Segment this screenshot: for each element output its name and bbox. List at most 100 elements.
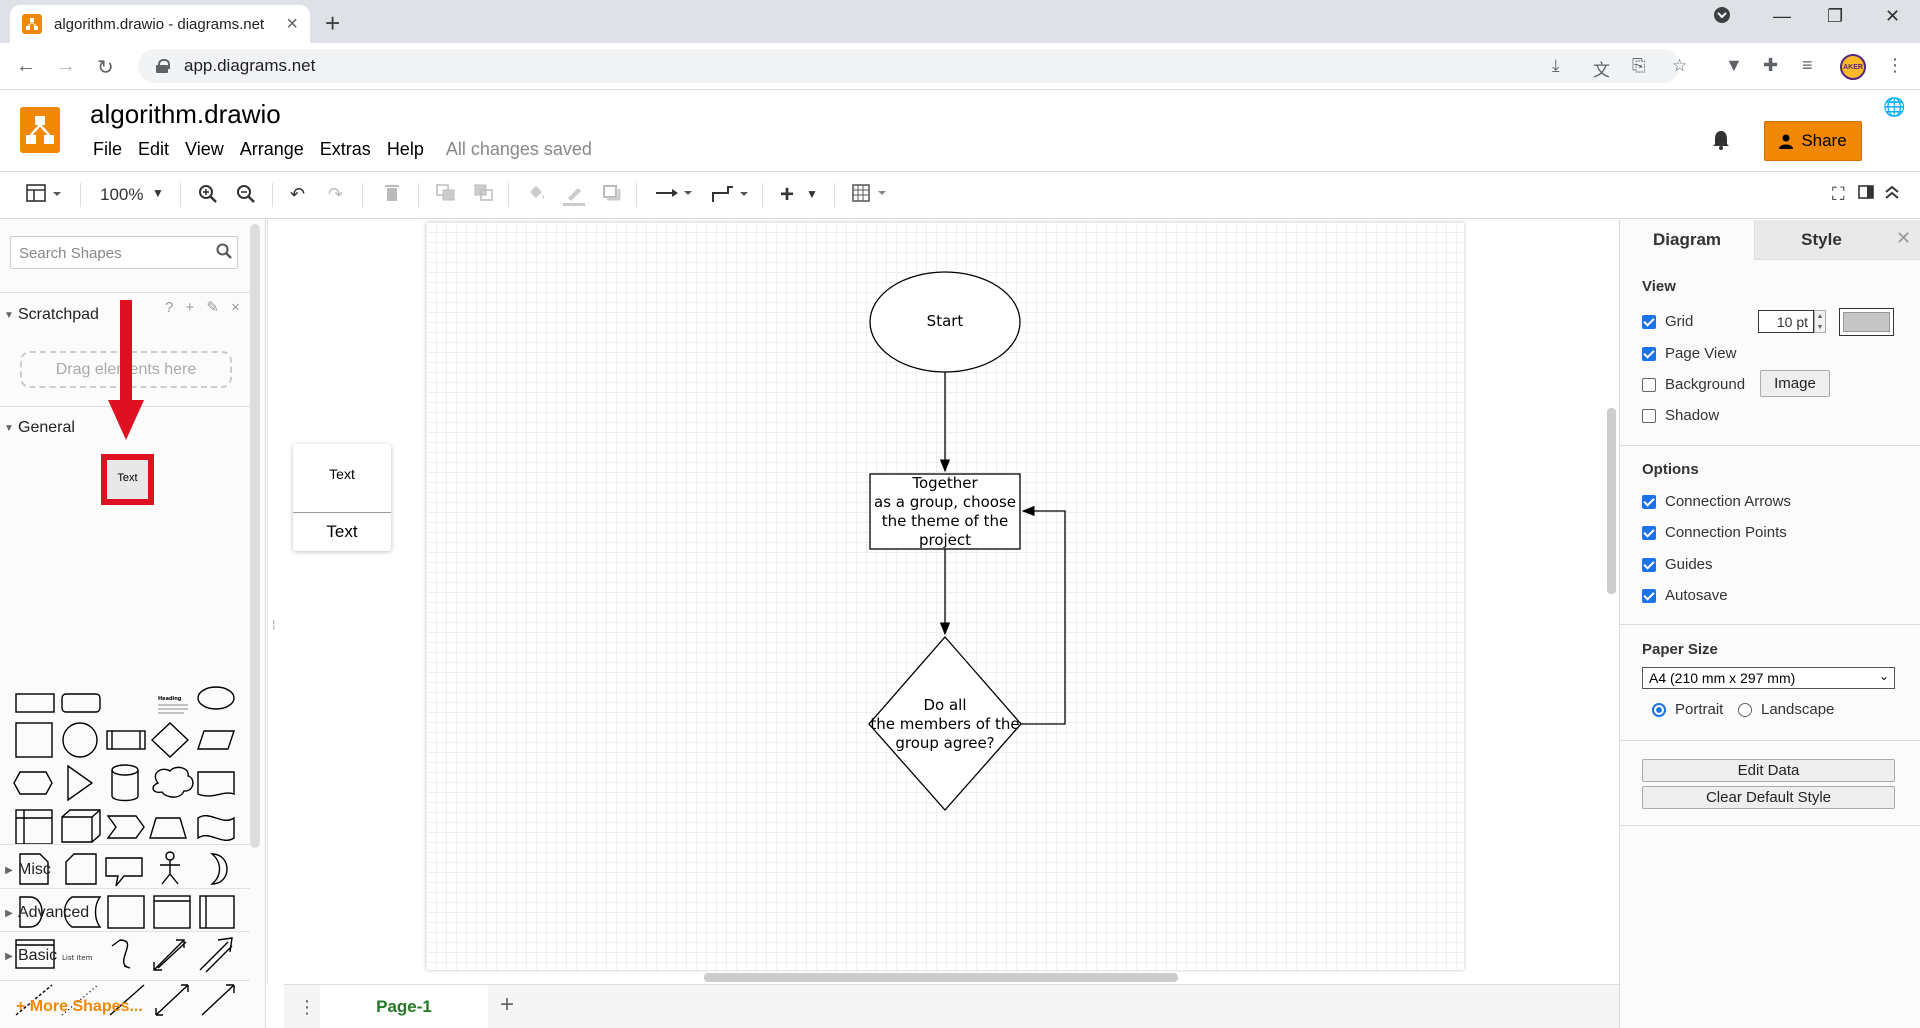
forward-icon[interactable]: → bbox=[56, 55, 76, 78]
bookmark-star-icon[interactable]: ☆ bbox=[1672, 56, 1687, 76]
menu-file[interactable]: File bbox=[85, 139, 130, 160]
shape-directional-line[interactable] bbox=[201, 984, 235, 1016]
menu-view[interactable]: View bbox=[177, 139, 232, 160]
menu-help[interactable]: Help bbox=[379, 139, 432, 160]
basic-header[interactable]: ▶ Basic bbox=[0, 939, 250, 973]
extension-v-icon[interactable]: ▼ bbox=[1725, 55, 1743, 76]
checkbox-checked-icon[interactable] bbox=[1642, 557, 1656, 572]
add-page-icon[interactable]: + bbox=[500, 991, 514, 1019]
menu-extras[interactable]: Extras bbox=[312, 139, 379, 160]
misc-header[interactable]: ▶ Misc bbox=[0, 853, 250, 887]
grid-size-input[interactable]: 10 pt bbox=[1758, 310, 1814, 333]
profile-avatar[interactable]: AKER bbox=[1840, 54, 1866, 80]
shadow-icon[interactable] bbox=[602, 184, 622, 207]
to-back-icon[interactable] bbox=[474, 184, 494, 207]
paper-size-select[interactable]: A4 (210 mm x 297 mm) ⌄ bbox=[1642, 667, 1895, 689]
loop-back-arrow[interactable] bbox=[1021, 505, 1066, 725]
shape-cloud[interactable] bbox=[152, 766, 194, 798]
shape-text-highlighted[interactable]: Text bbox=[101, 454, 154, 505]
grid-checkbox[interactable]: Grid bbox=[1642, 313, 1693, 330]
landscape-radio[interactable]: Landscape bbox=[1738, 701, 1834, 718]
table-icon[interactable] bbox=[852, 184, 890, 207]
checkbox-checked-icon[interactable] bbox=[1642, 588, 1656, 603]
background-checkbox[interactable]: Background bbox=[1642, 376, 1745, 393]
insert-dropdown-icon[interactable]: ▼ bbox=[806, 187, 818, 201]
shape-diamond[interactable] bbox=[150, 722, 190, 758]
browser-menu-icon[interactable]: ⋮ bbox=[1886, 55, 1904, 76]
browser-tab[interactable]: algorithm.drawio - diagrams.net × bbox=[10, 5, 310, 43]
share-button[interactable]: Share bbox=[1764, 121, 1862, 161]
shape-trapezoid[interactable] bbox=[149, 817, 187, 839]
tab-search-icon[interactable] bbox=[1713, 6, 1731, 29]
format-panel-icon[interactable] bbox=[26, 184, 62, 207]
shape-square[interactable] bbox=[15, 722, 53, 758]
redo-icon[interactable]: ↷ bbox=[328, 184, 343, 205]
media-control-icon[interactable]: ≡ bbox=[1802, 55, 1813, 76]
diagram-page[interactable]: Start Together as a group, choose the th… bbox=[426, 222, 1464, 970]
shape-ellipse[interactable] bbox=[197, 686, 235, 710]
reload-icon[interactable]: ↻ bbox=[97, 55, 114, 80]
notifications-bell-icon[interactable] bbox=[1710, 129, 1732, 151]
search-icon[interactable] bbox=[216, 243, 232, 259]
canvas-horizontal-scrollbar[interactable] bbox=[704, 973, 1178, 982]
page-view-checkbox[interactable]: Page View bbox=[1642, 345, 1736, 362]
connection-icon[interactable] bbox=[654, 184, 694, 207]
more-shapes-link[interactable]: + More Shapes... bbox=[16, 998, 143, 1016]
extensions-puzzle-icon[interactable]: ✚ bbox=[1763, 55, 1778, 76]
restore-icon[interactable]: ❐ bbox=[1827, 6, 1843, 27]
fill-color-icon[interactable] bbox=[526, 184, 546, 207]
line-color-icon[interactable] bbox=[562, 184, 586, 211]
connection-arrows-checkbox[interactable]: Connection Arrows bbox=[1642, 493, 1791, 510]
shape-heading[interactable]: Heading bbox=[158, 696, 188, 714]
radio-unselected-icon[interactable] bbox=[1738, 702, 1752, 717]
edit-data-button[interactable]: Edit Data bbox=[1642, 759, 1895, 782]
new-tab-icon[interactable]: + bbox=[325, 8, 340, 39]
translate-icon[interactable]: 文 bbox=[1593, 56, 1610, 81]
close-panel-icon[interactable]: ✕ bbox=[1896, 228, 1911, 249]
undo-icon[interactable]: ↶ bbox=[290, 184, 305, 205]
shape-cube[interactable] bbox=[61, 809, 101, 843]
menu-arrange[interactable]: Arrange bbox=[232, 139, 312, 160]
connection-points-checkbox[interactable]: Connection Points bbox=[1642, 524, 1787, 541]
shape-tape[interactable] bbox=[197, 815, 235, 841]
fullscreen-icon[interactable]: ⛶ bbox=[1832, 184, 1845, 205]
shape-rounded-rectangle[interactable] bbox=[61, 693, 101, 713]
search-shapes-input[interactable]: Search Shapes bbox=[10, 236, 238, 269]
shape-parallelogram[interactable] bbox=[197, 730, 235, 750]
waypoints-icon[interactable] bbox=[710, 184, 750, 209]
shape-triangle[interactable] bbox=[67, 764, 94, 802]
tab-diagram[interactable]: Diagram bbox=[1620, 220, 1754, 260]
radio-selected-icon[interactable] bbox=[1652, 702, 1666, 717]
checkbox-checked-icon[interactable] bbox=[1642, 494, 1656, 509]
install-app-icon[interactable]: ⤓ bbox=[1552, 56, 1560, 76]
page-tab-page-1[interactable]: Page-1 bbox=[320, 985, 488, 1028]
sidebar-scrollbar[interactable] bbox=[250, 224, 260, 848]
save-status[interactable]: All changes saved bbox=[432, 139, 592, 160]
autosave-checkbox[interactable]: Autosave bbox=[1642, 587, 1728, 604]
shadow-checkbox[interactable]: Shadow bbox=[1642, 407, 1719, 424]
shape-rectangle[interactable] bbox=[15, 693, 55, 713]
page-menu-icon[interactable]: ⋮ bbox=[298, 997, 316, 1018]
minimize-icon[interactable]: — bbox=[1773, 6, 1791, 27]
clear-default-style-button[interactable]: Clear Default Style bbox=[1642, 786, 1895, 809]
collapse-icon[interactable] bbox=[1884, 184, 1900, 205]
url-text[interactable]: app.diagrams.net bbox=[184, 56, 315, 76]
checkbox-checked-icon[interactable] bbox=[1642, 346, 1656, 361]
to-front-icon[interactable] bbox=[436, 184, 456, 207]
grid-size-spinner[interactable]: ▲ ▼ bbox=[1814, 310, 1826, 333]
scratchpad-actions[interactable]: ? + ✎ × bbox=[165, 298, 244, 316]
shape-hexagon[interactable] bbox=[13, 771, 53, 795]
tab-style[interactable]: Style bbox=[1754, 220, 1888, 260]
checkbox-checked-icon[interactable] bbox=[1642, 525, 1656, 540]
canvas-vertical-scrollbar[interactable] bbox=[1607, 408, 1616, 594]
shape-double-arrow-line[interactable] bbox=[155, 984, 189, 1016]
toggle-panel-icon[interactable] bbox=[1858, 184, 1874, 205]
lock-icon[interactable] bbox=[156, 59, 170, 73]
zoom-in-icon[interactable] bbox=[198, 184, 218, 209]
checkbox-unchecked-icon[interactable] bbox=[1642, 408, 1656, 423]
close-tab-icon[interactable]: × bbox=[286, 13, 298, 36]
shape-circle[interactable] bbox=[62, 722, 98, 758]
delete-icon[interactable] bbox=[384, 184, 400, 207]
background-image-button[interactable]: Image bbox=[1760, 370, 1830, 397]
checkbox-checked-icon[interactable] bbox=[1642, 314, 1656, 329]
